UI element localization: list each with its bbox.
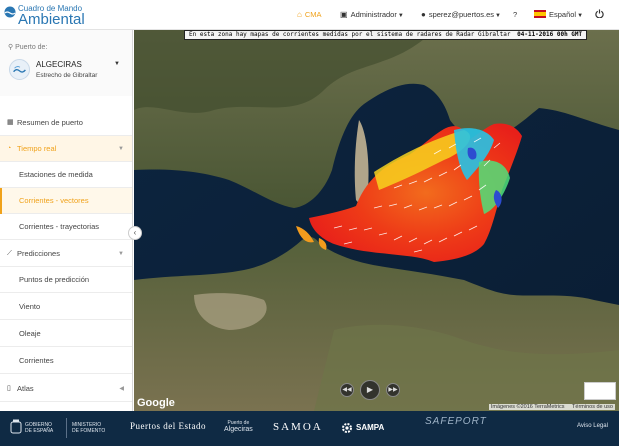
sidebar-item-viento[interactable]: Viento — [0, 294, 132, 320]
banner-text: En esta zona hay mapas de corrientes med… — [189, 31, 511, 38]
sidebar-collapse-button[interactable]: ‹ — [128, 226, 142, 240]
app-window: Cuadro de Mando Ambiental ⌂ CMA ▣ Administ… — [0, 0, 619, 446]
chevron-down-icon: ▼ — [118, 146, 124, 152]
footer-gobierno: GOBIERNO DE ESPAÑA — [25, 422, 53, 434]
port-avatar — [9, 59, 30, 80]
nav-admin-label: Administrador — [350, 10, 397, 19]
map-view[interactable]: En esta zona hay mapas de corrientes med… — [134, 30, 619, 411]
chevron-down-icon: ▼ — [397, 13, 404, 19]
clock-icon: ◔ — [7, 145, 12, 152]
sidebar-item-label: Atlas — [17, 384, 34, 393]
map-legend-thumbnail[interactable] — [584, 382, 616, 400]
imagery-credit: Imágenes ©2016 TerraMetrics — [490, 404, 565, 410]
nav-cma[interactable]: ⌂ CMA — [297, 10, 322, 20]
sidebar-item-label: Tiempo real — [17, 144, 57, 153]
sidebar-item-label: Corrientes — [19, 356, 54, 365]
language-select[interactable]: Español▼ — [534, 10, 583, 21]
spain-coat-of-arms-icon — [10, 419, 22, 434]
sidebar-section-atlas[interactable]: ▯ Atlas ◀ — [0, 376, 132, 402]
sidebar-item-corrientes-trayectorias[interactable]: Corrientes - trayectorias — [0, 214, 132, 240]
rewind-icon: ◀◀ — [342, 387, 352, 393]
home-icon: ⌂ — [297, 10, 302, 19]
play-button[interactable]: ▶ — [360, 380, 380, 400]
google-logo: Google — [137, 397, 175, 409]
footer-ministerio: MINISTERIO DE FOMENTO — [72, 422, 105, 434]
sidebar-item-resumen[interactable]: ▦ Resumen de puerto — [0, 110, 132, 136]
logout-button[interactable] — [595, 9, 604, 21]
language-label: Español — [549, 10, 577, 19]
footer-puerto-algeciras[interactable]: Puerto de Algeciras — [224, 420, 253, 434]
forward-icon: ▶▶ — [388, 387, 398, 393]
play-icon: ▶ — [366, 385, 374, 394]
sidebar-item-label: Estaciones de medida — [19, 170, 93, 179]
footer-divider — [66, 418, 67, 438]
banner-date: 04-11-2016 00h GMT — [517, 31, 583, 38]
sidebar-item-label: Puntos de predicción — [19, 275, 90, 284]
sidebar-item-corrientes-vectores[interactable]: Corrientes - vectores — [0, 188, 132, 214]
sidebar-item-label: Viento — [19, 302, 41, 311]
animation-controls: ◀◀ ▶ ▶▶ — [340, 380, 410, 400]
nav-user-menu[interactable]: ● sperez@puertos.es▼ — [421, 10, 501, 21]
chevron-left-icon: ◀ — [119, 386, 124, 392]
help-label: ? — [513, 10, 518, 19]
user-icon: ● — [421, 10, 426, 19]
forward-button[interactable]: ▶▶ — [386, 383, 400, 397]
sidebar-section-tiempo-real[interactable]: ◔ Tiempo real ▼ — [0, 136, 132, 162]
chevron-down-icon: ▼ — [495, 13, 501, 19]
location-pin-icon: ⚲ — [8, 44, 14, 51]
sidebar-item-label: Corrientes - trayectorias — [19, 222, 100, 231]
sidebar-item-estaciones[interactable]: Estaciones de medida — [0, 162, 132, 188]
footer-puertos-del-estado[interactable]: Puertos del Estado — [130, 421, 206, 431]
book-icon: ▯ — [7, 385, 11, 392]
sidebar-item-label: Resumen de puerto — [17, 118, 83, 127]
sidebar-item-puntos-prediccion[interactable]: Puntos de predicción — [0, 267, 132, 293]
spain-flag-icon — [534, 10, 546, 18]
map-attribution: Imágenes ©2016 TerraMetrics Términos de … — [488, 404, 615, 410]
sidebar-item-label: Oleaje — [19, 329, 41, 338]
port-name: ALGECIRAS — [36, 60, 82, 69]
nav-user-label: sperez@puertos.es — [428, 10, 494, 19]
footer-gobierno-l2: DE ESPAÑA — [25, 428, 54, 434]
chevron-down-icon: ▼ — [114, 61, 120, 67]
footer-ministerio-l2: DE FOMENTO — [72, 428, 106, 434]
port-selector[interactable]: ⚲ Puerto de: ALGECIRAS Estrecho de Gibra… — [0, 30, 132, 96]
grid-icon: ▦ — [7, 119, 14, 126]
chevron-left-icon: ‹ — [133, 228, 137, 237]
top-navbar: Cuadro de Mando Ambiental ⌂ CMA ▣ Administ… — [0, 0, 619, 30]
sidebar-item-label: Predicciones — [17, 249, 60, 258]
sidebar-item-label: Corrientes - vectores — [19, 196, 89, 205]
app-logo[interactable]: Cuadro de Mando Ambiental — [4, 3, 134, 27]
footer-algeciras-l2: Algeciras — [224, 426, 253, 433]
info-banner: En esta zona hay mapas de corrientes med… — [184, 30, 588, 40]
wave-logo-icon — [4, 6, 16, 18]
port-subtitle: Estrecho de Gibraltar — [36, 72, 98, 79]
terms-link[interactable]: Términos de uso — [572, 404, 613, 410]
chevron-down-icon: ▼ — [118, 251, 124, 257]
nav-admin-menu[interactable]: ▣ Administrador▼ — [340, 10, 404, 21]
footer-samoa[interactable]: SAMOA — [273, 421, 323, 433]
port-label: ⚲ Puerto de: — [8, 43, 47, 51]
satellite-map — [134, 30, 619, 411]
nav-cma-label: CMA — [304, 10, 322, 19]
footer-safeport[interactable]: SAFEPORT — [425, 416, 487, 427]
gear-icon — [342, 423, 352, 433]
id-card-icon: ▣ — [340, 10, 348, 19]
sidebar-section-predicciones[interactable]: ⟋ Predicciones ▼ — [0, 241, 132, 267]
chevron-down-icon: ▼ — [577, 13, 584, 19]
footer: GOBIERNO DE ESPAÑA MINISTERIO DE FOMENTO… — [0, 411, 619, 446]
sidebar-item-oleaje[interactable]: Oleaje — [0, 321, 132, 347]
port-label-text: Puerto de: — [15, 44, 48, 51]
footer-sampa[interactable]: SAMPA — [356, 423, 384, 432]
power-icon — [595, 9, 604, 19]
sidebar-item-corrientes[interactable]: Corrientes — [0, 348, 132, 374]
chart-line-icon: ⟋ — [7, 250, 12, 257]
logo-line2: Ambiental — [18, 11, 85, 28]
help-button[interactable]: ? — [513, 10, 517, 20]
rewind-button[interactable]: ◀◀ — [340, 383, 354, 397]
sidebar: ⚲ Puerto de: ALGECIRAS Estrecho de Gibra… — [0, 30, 133, 411]
footer-aviso-legal-link[interactable]: Aviso Legal — [577, 423, 608, 429]
